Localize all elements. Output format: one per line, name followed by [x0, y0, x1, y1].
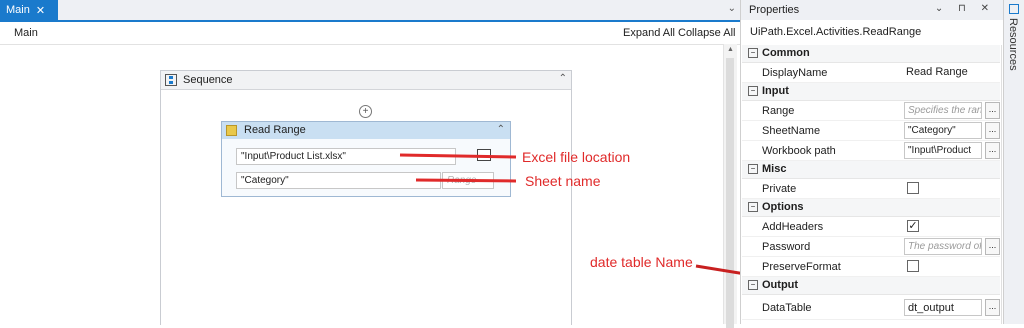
category-input[interactable]: − Input: [742, 83, 1000, 101]
category-label: Common: [762, 47, 810, 59]
activity-title: Read Range: [244, 124, 306, 136]
property-label: AddHeaders: [762, 221, 824, 233]
workbook-path-ellipsis-button[interactable]: ...: [985, 142, 1000, 159]
annotation-excel-file: Excel file location: [522, 149, 631, 165]
collapse-icon[interactable]: −: [748, 48, 758, 58]
add-activity-icon[interactable]: +: [359, 105, 372, 118]
breadcrumb-bar: Main Expand All Collapse All: [0, 22, 740, 45]
private-checkbox[interactable]: [907, 182, 919, 194]
tab-main[interactable]: Main ✕: [0, 0, 58, 20]
sequence-icon: [165, 74, 177, 86]
annotation-sheet-name: Sheet name: [525, 173, 601, 189]
property-label: Range: [762, 105, 795, 117]
category-common[interactable]: − Common: [742, 45, 1000, 63]
property-label: DataTable: [762, 302, 812, 314]
collapse-icon[interactable]: −: [748, 280, 758, 290]
property-row-addheaders: AddHeaders ✓: [742, 217, 1000, 237]
datatable-field[interactable]: dt_output: [904, 299, 982, 316]
displayname-value[interactable]: Read Range: [904, 64, 982, 81]
tab-main-label: Main: [6, 4, 30, 16]
expand-all-link[interactable]: Expand All: [623, 27, 675, 39]
property-row-datatable: DataTable dt_output ...: [742, 295, 1000, 320]
chevron-down-icon[interactable]: ⌄: [728, 3, 736, 14]
sequence-container[interactable]: Sequence ⌃ +: [160, 70, 572, 325]
annotation-table-name: date table Name: [590, 254, 693, 270]
collapse-icon[interactable]: −: [748, 86, 758, 96]
range-ellipsis-button[interactable]: ...: [985, 102, 1000, 119]
collapse-icon[interactable]: ⌃: [497, 124, 505, 135]
category-output[interactable]: − Output: [742, 277, 1000, 295]
property-label: Private: [762, 183, 797, 195]
property-label: Workbook path: [762, 145, 836, 157]
activity-type-name: UiPath.Excel.Activities.ReadRange: [750, 26, 922, 38]
sheetname-field[interactable]: "Category": [904, 122, 982, 139]
password-ellipsis-button[interactable]: ...: [985, 238, 1000, 255]
range-field[interactable]: Specifies the range: [904, 102, 982, 119]
browse-folder-icon[interactable]: [477, 149, 491, 161]
property-row-displayname: DisplayName Read Range: [742, 63, 1000, 83]
sheet-name-input[interactable]: "Category": [236, 172, 441, 189]
designer-scrollbar[interactable]: ▲: [723, 44, 737, 328]
excel-range-icon: [226, 125, 237, 136]
scroll-thumb[interactable]: [726, 58, 734, 328]
category-label: Misc: [762, 163, 787, 175]
properties-titlebar: Properties ⌄ ⊓ ✕: [741, 0, 1003, 20]
collapse-icon[interactable]: ⌃: [559, 73, 567, 84]
breadcrumb[interactable]: Main: [14, 27, 38, 39]
property-row-sheetname: SheetName "Category" ...: [742, 121, 1000, 141]
properties-scrollbar[interactable]: [1001, 45, 1002, 324]
password-field[interactable]: The password of the: [904, 238, 982, 255]
property-label: SheetName: [762, 125, 821, 137]
sequence-header: Sequence ⌃: [161, 71, 571, 90]
resources-tab[interactable]: Resources: [1007, 18, 1019, 71]
category-label: Options: [762, 201, 804, 213]
document-tabstrip: Main ✕ ⌄: [0, 0, 740, 22]
property-row-password: Password The password of the ...: [742, 237, 1000, 257]
property-label: PreserveFormat: [762, 261, 841, 273]
preserveformat-checkbox[interactable]: [907, 260, 919, 272]
property-row-range: Range Specifies the range ...: [742, 101, 1000, 121]
property-grid: − Common DisplayName Read Range − Input …: [742, 45, 1000, 320]
category-options[interactable]: − Options: [742, 199, 1000, 217]
category-label: Input: [762, 85, 789, 97]
collapse-all-link[interactable]: Collapse All: [678, 27, 735, 39]
property-row-workbook-path: Workbook path "Input\Product ...: [742, 141, 1000, 161]
properties-title: Properties: [749, 4, 800, 16]
property-row-preserveformat: PreserveFormat: [742, 257, 1000, 277]
property-label: Password: [762, 241, 811, 253]
workbook-path-field[interactable]: "Input\Product: [904, 142, 982, 159]
addheaders-checkbox[interactable]: ✓: [907, 220, 919, 232]
property-label: DisplayName: [762, 67, 828, 79]
collapse-icon[interactable]: −: [748, 202, 758, 212]
sheetname-ellipsis-button[interactable]: ...: [985, 122, 1000, 139]
category-label: Output: [762, 279, 799, 291]
sequence-title: Sequence: [183, 74, 233, 86]
side-rail: Resources: [1003, 0, 1024, 324]
properties-panel: Properties ⌄ ⊓ ✕ UiPath.Excel.Activities…: [740, 0, 1003, 324]
read-range-activity[interactable]: Read Range ⌃ "Input\Product List.xlsx" "…: [221, 121, 511, 197]
panel-controls[interactable]: ⌄ ⊓ ✕: [935, 3, 995, 14]
collapse-icon[interactable]: −: [748, 164, 758, 174]
close-icon[interactable]: ✕: [36, 4, 45, 17]
scroll-up-icon[interactable]: ▲: [727, 46, 734, 53]
workbook-path-input[interactable]: "Input\Product List.xlsx": [236, 148, 456, 165]
resources-icon[interactable]: [1009, 4, 1019, 14]
property-row-private: Private: [742, 179, 1000, 199]
activity-header: Read Range ⌃: [222, 122, 510, 139]
datatable-ellipsis-button[interactable]: ...: [985, 299, 1000, 316]
range-input[interactable]: Range: [442, 172, 494, 189]
category-misc[interactable]: − Misc: [742, 161, 1000, 179]
